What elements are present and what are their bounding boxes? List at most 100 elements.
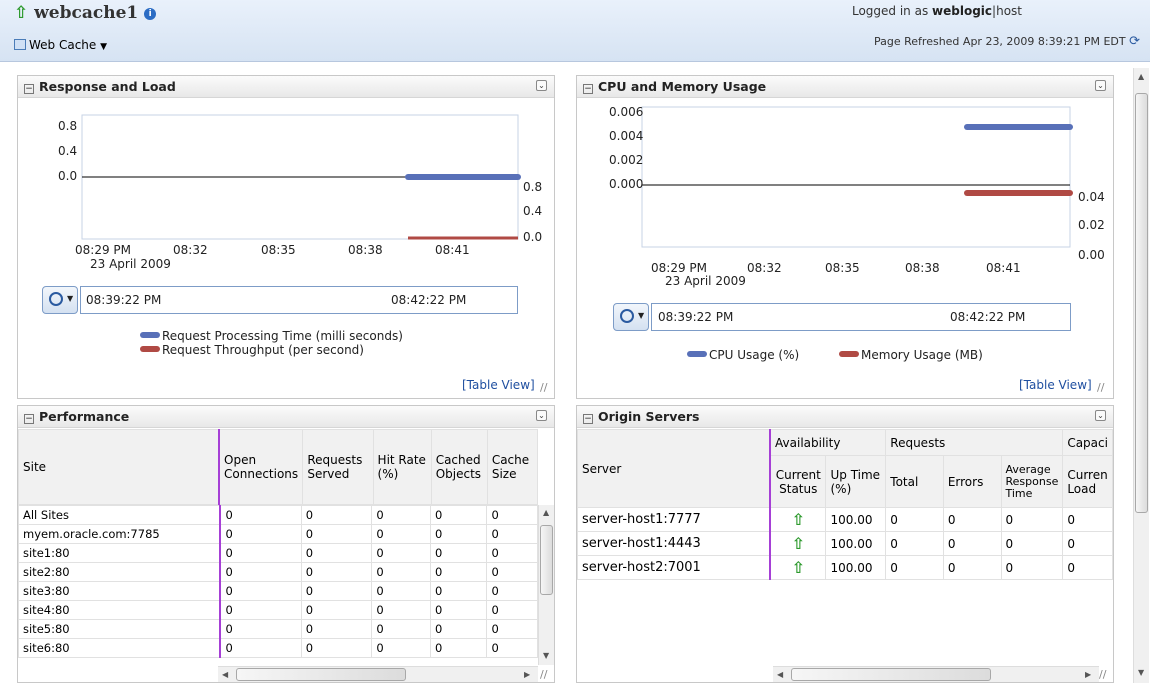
scroll-right-icon[interactable]: ▶: [524, 670, 530, 679]
x-tick: 08:32: [747, 261, 782, 275]
table-scroll-thumb[interactable]: [540, 525, 553, 595]
column-header-cached-objects[interactable]: Cached Objects: [430, 429, 488, 505]
x-date: 23 April 2009: [90, 257, 171, 271]
range-start: 08:39:22 PM: [658, 310, 734, 324]
table-row[interactable]: server-host1:7777 ⇧ 100.00 0 0 0 0: [577, 507, 1113, 532]
y-tick-left: 0.4: [58, 144, 77, 158]
column-header-site[interactable]: Site: [18, 429, 221, 505]
cell: 0: [300, 543, 373, 563]
cpu-memory-title: CPU and Memory Usage: [598, 79, 767, 94]
scroll-right-icon[interactable]: ▶: [1085, 670, 1091, 679]
cell-total: 0: [885, 507, 944, 532]
resize-grip-icon[interactable]: //: [540, 381, 547, 394]
time-range-box[interactable]: 08:39:22 PM 08:42:22 PM: [80, 286, 518, 314]
table-row[interactable]: site5:80 0 0 0 0 0: [18, 619, 538, 639]
panel-menu-icon[interactable]: ⌄: [1095, 410, 1106, 421]
zoom-button[interactable]: ▼: [42, 286, 78, 314]
panel-menu-icon[interactable]: ⌄: [536, 410, 547, 421]
scroll-down-icon[interactable]: ▼: [543, 651, 549, 660]
table-view-link[interactable]: [Table View]: [1019, 378, 1092, 392]
column-header-open-connections[interactable]: Open Connections: [218, 429, 304, 505]
page-title: ⇧ webcache1 i: [14, 3, 157, 23]
panel-menu-icon[interactable]: ⌄: [1095, 80, 1106, 91]
column-header-server[interactable]: Server: [577, 429, 772, 508]
x-tick: 08:35: [825, 261, 860, 275]
legend-item: CPU Usage (%): [687, 348, 799, 362]
scroll-left-icon[interactable]: ◀: [777, 670, 783, 679]
user-link[interactable]: weblogic: [932, 4, 992, 18]
cell-avg: 0: [1000, 531, 1064, 556]
page-scrollbar[interactable]: ▲ ▼: [1133, 68, 1149, 683]
table-row[interactable]: site6:80 0 0 0 0 0: [18, 638, 538, 658]
cell-errors: 0: [942, 531, 1002, 556]
host-link[interactable]: host: [996, 4, 1022, 18]
resize-grip-icon[interactable]: //: [1097, 381, 1104, 394]
table-row[interactable]: All Sites 0 0 0 0 0: [18, 505, 538, 525]
scroll-down-icon[interactable]: ▼: [1138, 668, 1144, 677]
refresh-icon[interactable]: ⟳: [1129, 34, 1140, 49]
status-up-icon: ⇧: [769, 555, 827, 580]
x-tick: 08:32: [173, 243, 208, 257]
table-row[interactable]: site4:80 0 0 0 0 0: [18, 600, 538, 620]
resize-grip-icon[interactable]: //: [1099, 668, 1106, 681]
cell-uptime: 100.00: [825, 507, 887, 532]
table-row[interactable]: site3:80 0 0 0 0 0: [18, 581, 538, 601]
cell: 0: [486, 619, 538, 639]
column-header-up-time[interactable]: Up Time (%): [825, 455, 887, 508]
collapse-icon[interactable]: −: [24, 84, 34, 94]
cell-uptime: 100.00: [825, 531, 887, 556]
cell-site: All Sites: [18, 505, 222, 525]
cpu-memory-panel: − CPU and Memory Usage ⌄ 0.006 0.004 0.00…: [576, 75, 1114, 399]
collapse-icon[interactable]: −: [24, 414, 34, 424]
panel-menu-icon[interactable]: ⌄: [536, 80, 547, 91]
zoom-button[interactable]: ▼: [613, 303, 649, 331]
x-tick: 08:29 PM: [651, 261, 707, 275]
table-row[interactable]: myem.oracle.com:7785 0 0 0 0 0: [18, 524, 538, 544]
time-range-box[interactable]: 08:39:22 PM 08:42:22 PM: [651, 303, 1071, 331]
legend: Request Processing Time (milli seconds) …: [140, 329, 403, 357]
table-row[interactable]: server-host2:7001 ⇧ 100.00 0 0 0 0: [577, 555, 1113, 580]
response-load-panel: − Response and Load ⌄ 0.8 0.4 0.0 0.8 0.4…: [17, 75, 555, 399]
x-date: 23 April 2009: [665, 274, 746, 288]
web-cache-menu[interactable]: Web Cache ▼: [14, 38, 107, 52]
y-tick-right: 0.8: [523, 180, 542, 194]
collapse-icon[interactable]: −: [583, 84, 593, 94]
page-scroll-thumb[interactable]: [1135, 93, 1148, 513]
y-tick-left: 0.002: [609, 153, 643, 167]
resize-grip-icon[interactable]: //: [540, 668, 547, 681]
cell-load: 0: [1062, 555, 1113, 580]
cell-site: site4:80: [18, 600, 222, 620]
cell: 0: [219, 543, 302, 563]
column-header-errors[interactable]: Errors: [942, 455, 1002, 508]
cell-load: 0: [1062, 531, 1113, 556]
table-scrollbar-h[interactable]: ◀ ▶: [773, 666, 1099, 682]
legend-item: Memory Usage (MB): [839, 348, 983, 362]
table-scrollbar-v[interactable]: ▲ ▼: [538, 505, 554, 665]
status-up-icon: ⇧: [14, 3, 29, 23]
table-row[interactable]: server-host1:4443 ⇧ 100.00 0 0 0 0: [577, 531, 1113, 556]
response-load-chart: 0.8 0.4 0.0 0.8 0.4 0.0 08:29 PM 08:32 0…: [58, 114, 542, 271]
scroll-left-icon[interactable]: ◀: [222, 670, 228, 679]
table-scroll-thumb-h[interactable]: [236, 668, 406, 681]
column-header-current-load[interactable]: Curren Load: [1062, 455, 1113, 508]
column-header-average-response-time[interactable]: Average Response Time: [1000, 455, 1064, 508]
scroll-up-icon[interactable]: ▲: [1138, 72, 1144, 81]
column-header-current-status[interactable]: Current Status: [769, 455, 827, 508]
column-header-total[interactable]: Total: [885, 455, 944, 508]
cell-errors: 0: [942, 555, 1002, 580]
column-header-cache-size[interactable]: Cache Size: [486, 429, 539, 505]
column-header-requests-served[interactable]: Requests Served: [302, 429, 374, 505]
page-header: ⇧ webcache1 i Web Cache ▼ Logged in as w…: [0, 0, 1150, 62]
scroll-up-icon[interactable]: ▲: [543, 508, 549, 517]
table-row[interactable]: site2:80 0 0 0 0 0: [18, 562, 538, 582]
page-refreshed-text: Page Refreshed Apr 23, 2009 8:39:21 PM E…: [874, 35, 1126, 48]
table-view-link[interactable]: [Table View]: [462, 378, 535, 392]
page-refreshed: Page Refreshed Apr 23, 2009 8:39:21 PM E…: [874, 34, 1140, 49]
table-scrollbar-h[interactable]: ◀ ▶: [218, 666, 538, 682]
table-scroll-thumb-h[interactable]: [791, 668, 991, 681]
column-header-hit-rate[interactable]: Hit Rate (%): [372, 429, 432, 505]
table-row[interactable]: site1:80 0 0 0 0 0: [18, 543, 538, 563]
info-icon[interactable]: i: [144, 8, 157, 20]
collapse-icon[interactable]: −: [583, 414, 593, 424]
cell: 0: [300, 581, 373, 601]
